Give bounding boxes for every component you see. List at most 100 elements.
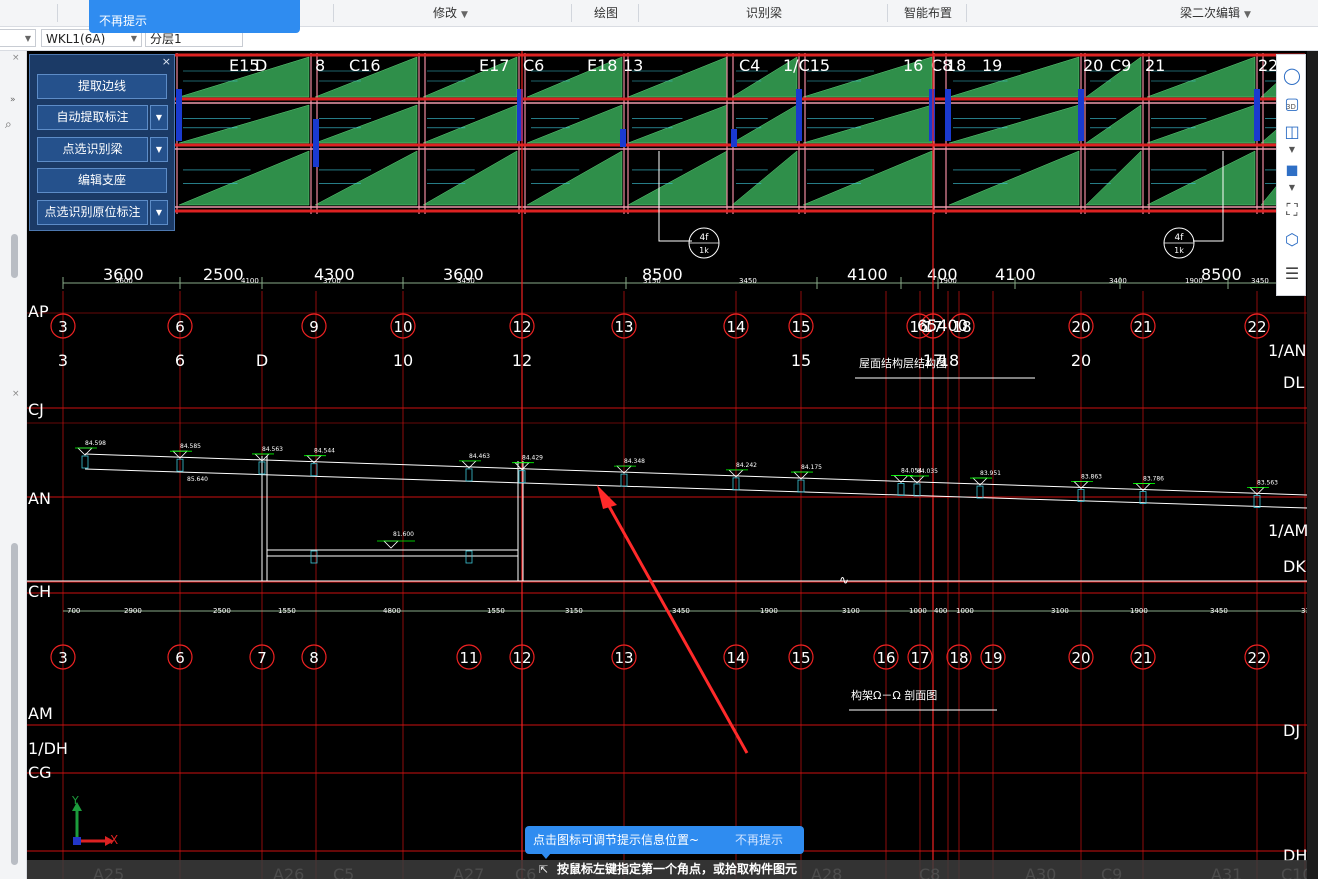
left-side-panel: × » ⌕ × <box>0 51 27 879</box>
dimension-text-small: 1000 <box>956 607 974 615</box>
menu-separator <box>966 4 967 22</box>
elevation-label: 84.544 <box>314 448 335 455</box>
section-note-2: 1k <box>1174 246 1184 255</box>
axis-label: 12 <box>512 351 532 370</box>
axis-bubble-label: 19 <box>983 649 1002 667</box>
chevron-down-icon: ▼ <box>461 10 468 20</box>
dimension-text-small: 3450 <box>1210 607 1228 615</box>
hint-dismiss-button[interactable]: 不再提示 <box>735 826 783 854</box>
elevation-label: 84.175 <box>801 464 822 471</box>
cad-drawing[interactable]: E15D 8 C16 E17 C6 E18 13 C4 1/C15 16 C818 19 20 C9 21 2… <box>27 51 1307 879</box>
orbit-icon[interactable]: ◯ <box>1281 65 1303 87</box>
expand-icon[interactable]: » <box>10 95 16 105</box>
column <box>1078 89 1084 141</box>
dimension-text-small: 3450 <box>672 607 690 615</box>
auto-extract-label-button[interactable]: 自动提取标注 <box>37 105 148 130</box>
dimension-text-small: 3450 <box>739 277 757 285</box>
axis-bubble-label: 20 <box>1071 318 1090 336</box>
axis-label: 13 <box>623 56 643 75</box>
menu-modify[interactable]: 修改 ▼ <box>433 0 468 26</box>
menu-recognize-beam[interactable]: 识别梁 <box>746 0 782 26</box>
dismiss-notice-banner[interactable]: 不再提示 <box>89 0 300 33</box>
chevron-down-icon[interactable]: ▼ <box>150 200 168 225</box>
column <box>620 129 626 147</box>
axis-label: 18 <box>946 56 966 75</box>
chevron-down-icon[interactable]: ▼ <box>150 137 168 162</box>
layer-select-value: 分层1 <box>150 32 182 46</box>
plan-title: 屋面结构层结构图 <box>859 356 947 370</box>
category-select[interactable]: ▼ <box>0 29 36 47</box>
dimension-text-small: 1900 <box>939 277 957 285</box>
axis-label: AM <box>28 704 53 723</box>
axis-bubble-label: 22 <box>1247 318 1266 336</box>
fullscreen-icon[interactable]: ⛶ <box>1281 199 1303 221</box>
dimension-text-small: 1550 <box>487 607 505 615</box>
axis-bubble-label: 11 <box>459 649 478 667</box>
extract-edge-button[interactable]: 提取边线 <box>37 74 167 99</box>
elevation-label: 84.035 <box>917 468 938 475</box>
close-icon[interactable]: × <box>12 53 20 63</box>
elevation-label: 83.563 <box>1257 479 1278 486</box>
dimension-text-small: 1900 <box>760 607 778 615</box>
axis-y-label: Y <box>71 794 79 807</box>
axis-label: 10 <box>393 351 413 370</box>
axis-label: DL <box>1283 373 1304 392</box>
hint-message: 点击图标可调节提示信息位置~ <box>533 833 700 847</box>
dimension-text-small: 3100 <box>842 607 860 615</box>
scrollbar-thumb[interactable] <box>11 543 18 865</box>
axis-bubble-label: 21 <box>1133 318 1152 336</box>
chevron-down-icon[interactable]: ▼ <box>150 105 168 130</box>
axis-bubble-label: 20 <box>1071 649 1090 667</box>
elevation-label: 84.242 <box>736 462 757 469</box>
edit-support-button[interactable]: 编辑支座 <box>37 168 167 193</box>
elevation-label: 83.786 <box>1143 476 1164 483</box>
search-icon[interactable]: ⌕ <box>5 117 12 132</box>
column <box>313 119 319 167</box>
axis-bubble-label: 12 <box>512 649 531 667</box>
cad-drawing-canvas[interactable]: E15 D 8 C16 E17 C6 E18 13 C4 1/C15 16 C8 18 19 20 C9 21 2… <box>27 51 1307 879</box>
menu-separator <box>887 4 888 22</box>
axis-bubble-label: 3 <box>58 649 68 667</box>
axis-bubble-label: 21 <box>1133 649 1152 667</box>
dimension-text-small: 3700 <box>323 277 341 285</box>
plan-slab-area <box>175 53 1306 215</box>
properties-list-icon[interactable]: ☰ <box>1281 263 1303 285</box>
menu-smart-layout[interactable]: 智能布置 <box>904 0 952 26</box>
axis-label: 8 <box>315 56 325 75</box>
point-recognize-beam-button[interactable]: 点选识别梁 <box>37 137 148 162</box>
close-icon[interactable]: × <box>12 389 20 399</box>
column <box>176 89 182 141</box>
dimension-text-small: 1900 <box>1130 607 1148 615</box>
elevation-label: 83.863 <box>1081 473 1102 480</box>
section-note-2: 1k <box>699 246 709 255</box>
axis-label: DK <box>1283 557 1306 576</box>
command-prompt-bar: ⇱ 按鼠标左键指定第一个角点，或拾取构件图元 <box>27 860 1307 879</box>
command-prompt-text: 按鼠标左键指定第一个角点，或拾取构件图元 <box>557 862 798 876</box>
scrollbar-thumb[interactable] <box>11 234 18 278</box>
column <box>1254 89 1260 141</box>
axis-label: 1/AN <box>1268 341 1306 360</box>
column <box>929 89 935 141</box>
menu-separator <box>638 4 639 22</box>
point-recognize-origin-label-button[interactable]: 点选识别原位标注 <box>37 200 148 225</box>
axis-label: 6 <box>175 351 185 370</box>
axis-label: CJ <box>28 400 44 419</box>
close-icon[interactable]: × <box>162 55 171 68</box>
chevron-down-icon[interactable]: ▼ <box>1281 177 1303 199</box>
axis-bubble-label: 13 <box>614 318 633 336</box>
axis-label: CH <box>28 582 51 601</box>
chevron-down-icon: ▼ <box>1244 10 1251 20</box>
hexagon-view-icon[interactable]: ⬡ <box>1281 229 1303 251</box>
menu-separator <box>571 4 572 22</box>
axis-label: C9 <box>1110 56 1131 75</box>
axis-bubble-label: 7 <box>257 649 267 667</box>
axis-bubble-label: 10 <box>393 318 412 336</box>
dimension-text-small: 2500 <box>213 607 231 615</box>
menu-draw[interactable]: 绘图 <box>594 0 618 26</box>
chevron-down-icon[interactable]: ▼ <box>1281 139 1303 161</box>
cursor-icon: ⇱ <box>539 863 549 876</box>
elevation-label: 85.640 <box>187 476 208 483</box>
menu-beam-secondary-edit[interactable]: 梁二次编辑 ▼ <box>1180 0 1251 26</box>
section-title: 构架Ω－Ω 剖面图 <box>851 688 937 702</box>
elevation-label: 84.463 <box>469 453 490 460</box>
